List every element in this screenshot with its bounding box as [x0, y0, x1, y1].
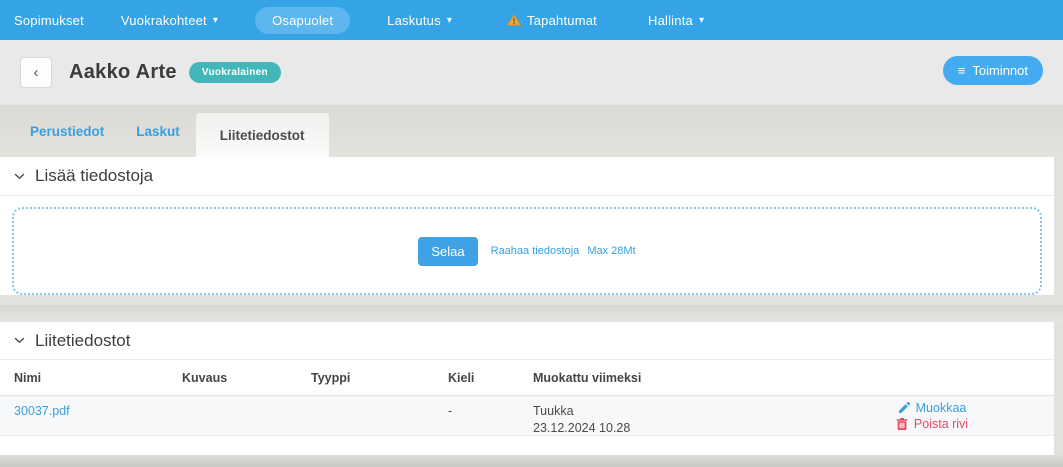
page-bottom-strip: [0, 455, 1063, 467]
upload-section-header[interactable]: Lisää tiedostoja: [0, 157, 1054, 196]
nav-item-label: Tapahtumat: [527, 13, 597, 28]
nav-item-tapahtumat[interactable]: Tapahtumat: [507, 13, 597, 28]
tab-bar: Perustiedot Laskut Liitetiedostot: [0, 105, 1063, 157]
drag-text: Raahaa tiedostoja: [491, 245, 580, 257]
file-dropzone[interactable]: Selaa Raahaa tiedostoja Max 28Mt: [12, 207, 1042, 295]
nav-item-osapuolet[interactable]: Osapuolet: [255, 7, 350, 34]
entity-header: ‹ Aakko Arte Vuokralainen ≡ Toiminnot: [0, 40, 1063, 105]
table-row: 30037.pdf - Tuukka 23.12.2024 10.28 Muok…: [0, 396, 1054, 436]
edit-row-label: Muokkaa: [916, 401, 967, 415]
section-title: Lisää tiedostoja: [35, 166, 153, 186]
chevron-down-icon: ▾: [699, 15, 704, 26]
tab-perustiedot[interactable]: Perustiedot: [14, 105, 120, 157]
page-title: Aakko Arte: [69, 61, 177, 84]
tab-laskut[interactable]: Laskut: [120, 105, 196, 157]
back-button[interactable]: ‹: [20, 57, 52, 88]
nav-item-label: Vuokrakohteet: [121, 13, 207, 28]
modified-by: Tuukka: [533, 403, 810, 420]
column-header-tyyppi: Tyyppi: [311, 371, 448, 385]
file-link[interactable]: 30037.pdf: [14, 404, 70, 418]
column-header-muokattu: Muokattu viimeksi: [533, 371, 810, 385]
attachments-section-header[interactable]: Liitetiedostot: [0, 322, 1054, 360]
nav-item-laskutus[interactable]: Laskutus ▾: [387, 13, 452, 28]
attachments-section: Liitetiedostot Nimi Kuvaus Tyyppi Kieli …: [0, 322, 1054, 455]
max-size-text: Max 28Mt: [587, 245, 635, 257]
delete-row-button[interactable]: Poista rivi: [896, 417, 968, 431]
main-navbar: Sopimukset Vuokrakohteet ▾ Osapuolet Las…: [0, 0, 1063, 40]
nav-item-hallinta[interactable]: Hallinta ▾: [648, 13, 704, 28]
section-divider: [0, 305, 1063, 322]
row-actions: Muokkaa Poista rivi: [810, 396, 1054, 435]
cell-muokattu: Tuukka 23.12.2024 10.28: [533, 396, 810, 435]
trash-icon: [896, 418, 908, 430]
actions-button[interactable]: ≡ Toiminnot: [943, 56, 1043, 85]
section-title: Liitetiedostot: [35, 331, 130, 351]
nav-item-vuokrakohteet[interactable]: Vuokrakohteet ▾: [121, 13, 218, 28]
tab-label: Liitetiedostot: [220, 128, 305, 143]
upload-section: Lisää tiedostoja Selaa Raahaa tiedostoja…: [0, 157, 1054, 295]
tab-liitetiedostot[interactable]: Liitetiedostot: [196, 113, 329, 157]
cell-kuvaus: [182, 396, 311, 435]
column-header-kuvaus: Kuvaus: [182, 371, 311, 385]
chevron-down-icon: [14, 173, 25, 180]
chevron-left-icon: ‹: [34, 64, 39, 81]
nav-item-sopimukset[interactable]: Sopimukset: [14, 13, 84, 28]
nav-item-label: Sopimukset: [14, 13, 84, 28]
column-header-kieli: Kieli: [448, 371, 533, 385]
section-bottom-padding: [0, 436, 1054, 455]
chevron-down-icon: [14, 337, 25, 344]
browse-button[interactable]: Selaa: [418, 237, 477, 266]
pencil-icon: [898, 402, 910, 414]
actions-button-label: Toiminnot: [972, 63, 1028, 78]
cell-kieli: -: [448, 396, 533, 435]
delete-row-label: Poista rivi: [914, 417, 968, 431]
edit-row-button[interactable]: Muokkaa: [898, 401, 967, 415]
tab-label: Laskut: [136, 124, 180, 139]
dropzone-hint: Raahaa tiedostoja Max 28Mt: [491, 245, 636, 257]
table-header-row: Nimi Kuvaus Tyyppi Kieli Muokattu viimek…: [0, 360, 1054, 396]
menu-icon: ≡: [958, 64, 966, 77]
column-header-nimi: Nimi: [14, 371, 182, 385]
status-badge: Vuokralainen: [189, 62, 281, 83]
chevron-down-icon: ▾: [213, 15, 218, 26]
nav-item-label: Hallinta: [648, 13, 693, 28]
modified-at: 23.12.2024 10.28: [533, 420, 810, 437]
nav-item-label: Osapuolet: [272, 13, 333, 28]
chevron-down-icon: ▾: [447, 15, 452, 26]
tab-label: Perustiedot: [30, 124, 104, 139]
nav-item-label: Laskutus: [387, 13, 441, 28]
warning-icon: [507, 14, 521, 26]
cell-tyyppi: [311, 396, 448, 435]
